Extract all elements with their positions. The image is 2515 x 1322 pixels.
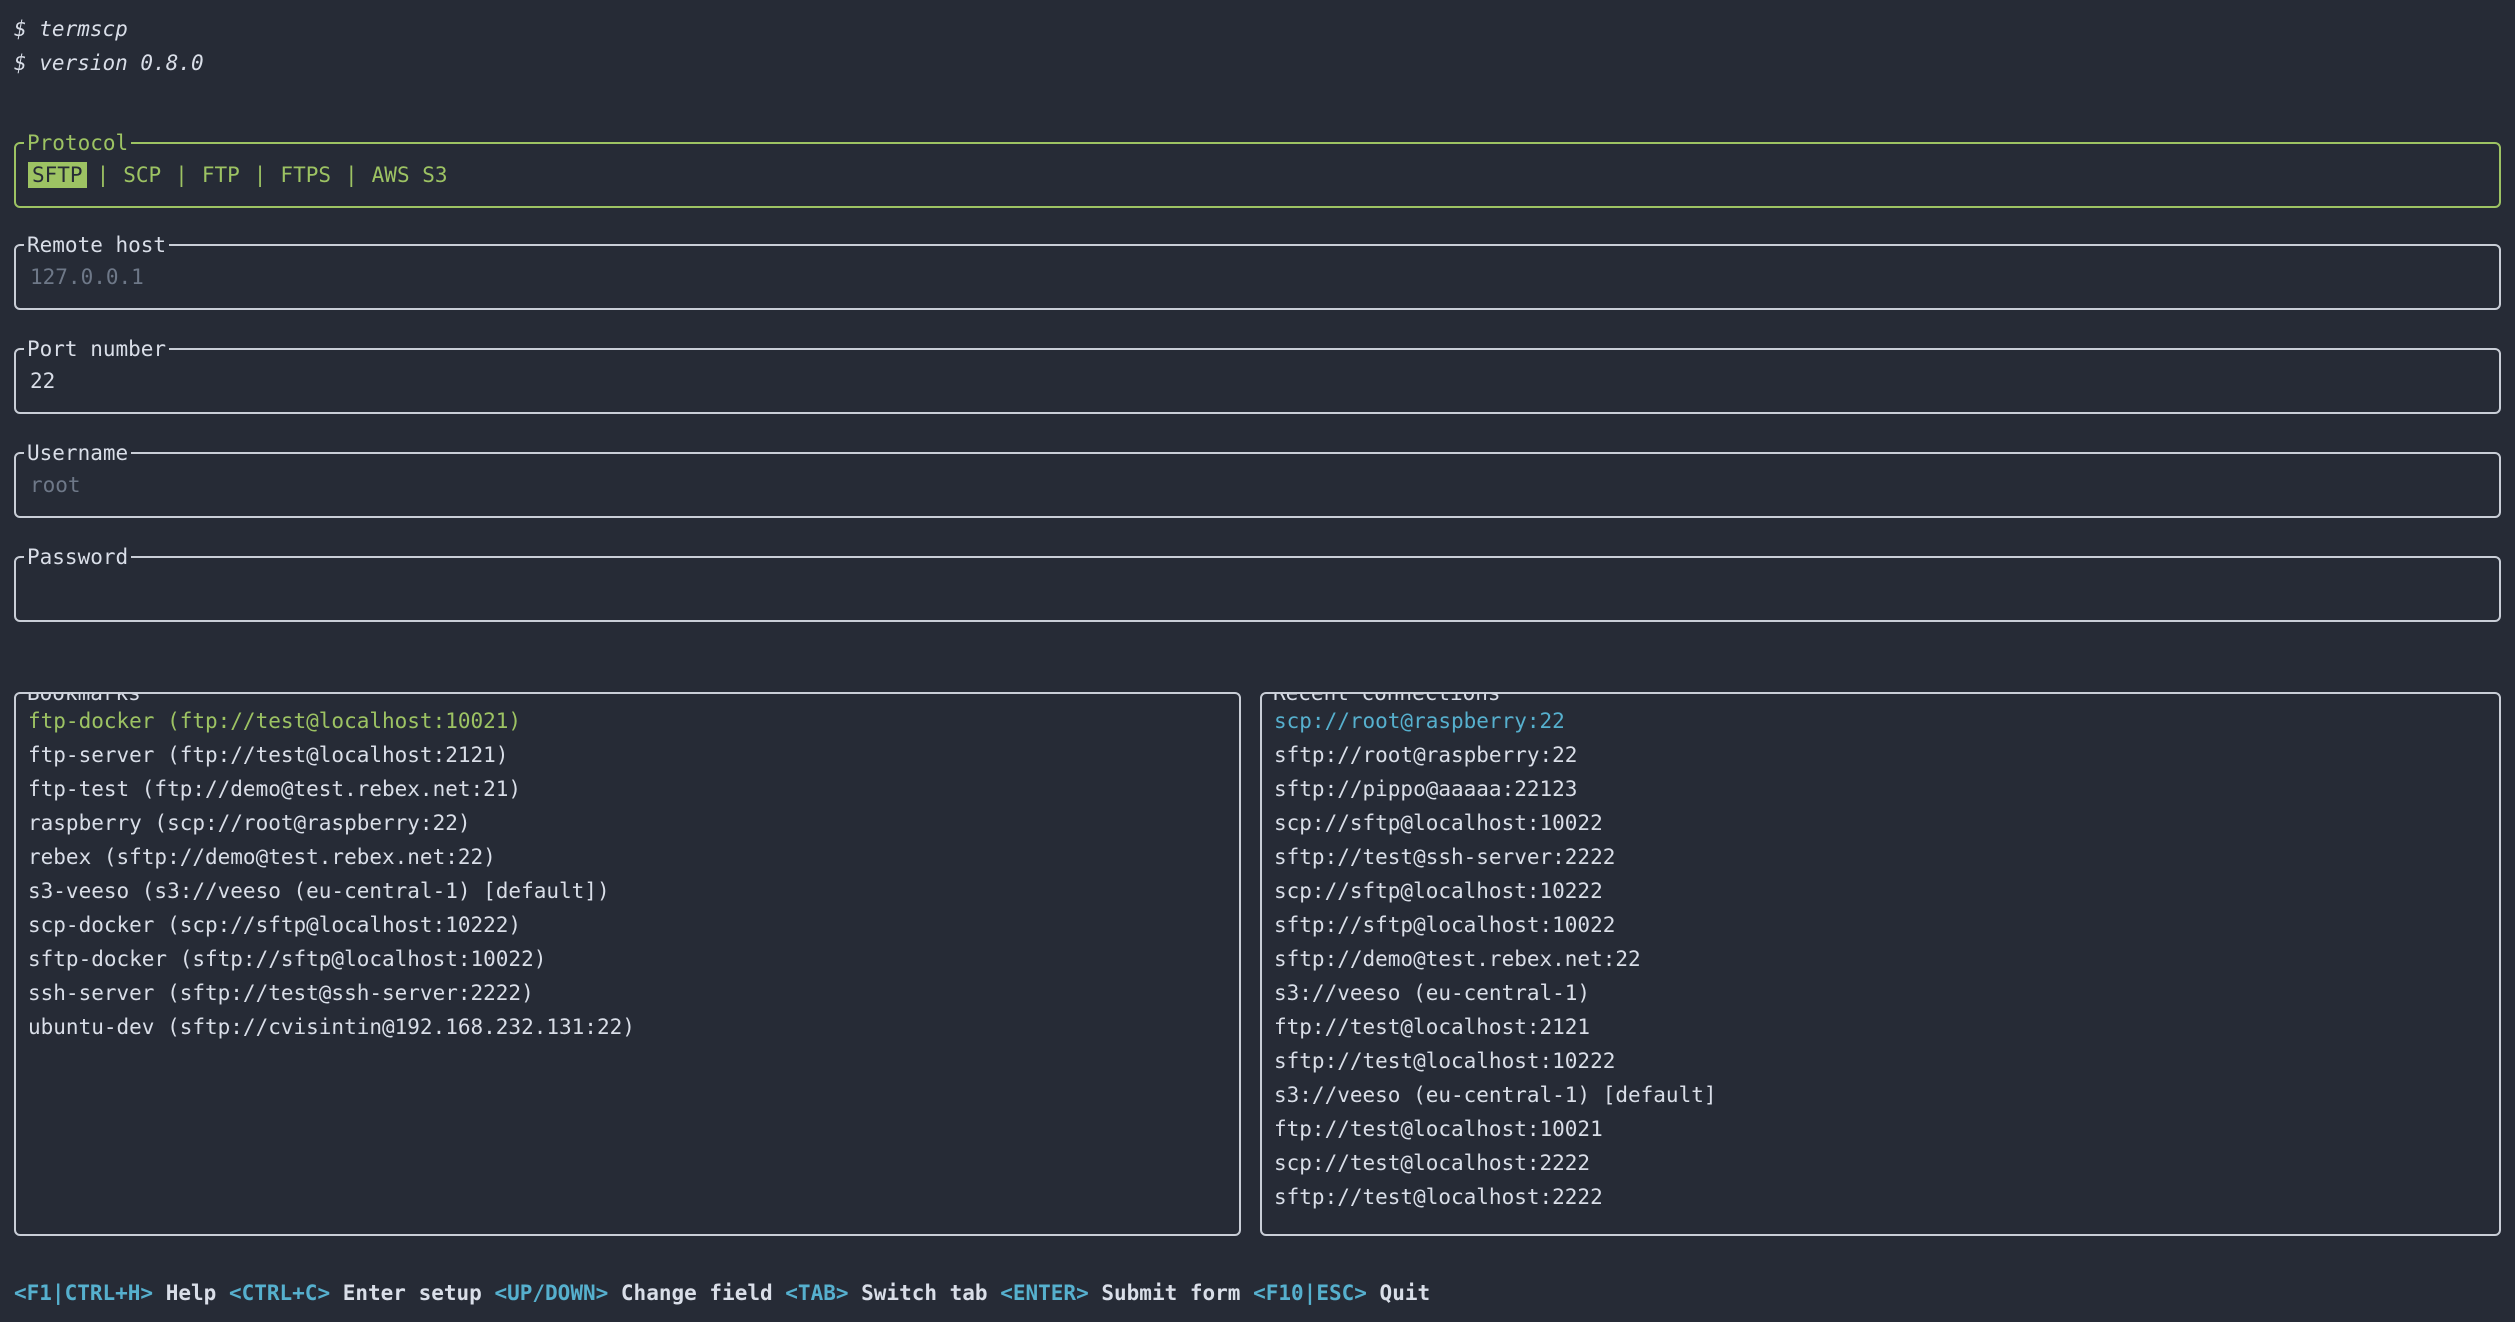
app-version-line: $ version 0.8.0 [14, 46, 2501, 80]
remote-host-label: Remote host [24, 232, 169, 258]
password-input[interactable] [30, 577, 2485, 601]
recent-connection-item[interactable]: s3://veeso (eu-central-1) [default] [1274, 1078, 2487, 1112]
port-input[interactable] [30, 369, 2485, 393]
bookmark-item[interactable]: s3-veeso (s3://veeso (eu-central-1) [def… [28, 874, 1227, 908]
tab-separator: | [345, 163, 358, 187]
password-label: Password [24, 544, 131, 570]
bookmark-item[interactable]: ftp-server (ftp://test@localhost:2121) [28, 738, 1227, 772]
termscp-auth-page: $ termscp $ version 0.8.0 Protocol SFTP |… [0, 0, 2515, 1322]
bookmarks-list: ftp-docker (ftp://test@localhost:10021)f… [16, 694, 1239, 1044]
help-key: <F10|ESC> [1253, 1281, 1367, 1305]
recent-connection-item[interactable]: ftp://test@localhost:10021 [1274, 1112, 2487, 1146]
tab-separator: | [97, 163, 110, 187]
help-action: Help [153, 1281, 229, 1305]
username-input[interactable] [30, 473, 2485, 497]
lists-row: Bookmarks ftp-docker (ftp://test@localho… [14, 692, 2501, 1236]
recent-connection-item[interactable]: scp://sftp@localhost:10222 [1274, 874, 2487, 908]
bookmark-item[interactable]: scp-docker (scp://sftp@localhost:10222) [28, 908, 1227, 942]
help-action: Switch tab [849, 1281, 1001, 1305]
help-key: <UP/DOWN> [494, 1281, 608, 1305]
recent-connection-item[interactable]: scp://sftp@localhost:10022 [1274, 806, 2487, 840]
protocol-tab-ftp[interactable]: FTP [198, 162, 244, 188]
bookmark-item[interactable]: ubuntu-dev (sftp://cvisintin@192.168.232… [28, 1010, 1227, 1044]
protocol-tab-scp[interactable]: SCP [119, 162, 165, 188]
recent-connection-item[interactable]: sftp://demo@test.rebex.net:22 [1274, 942, 2487, 976]
help-bar: <F1|CTRL+H> Help <CTRL+C> Enter setup <U… [14, 1276, 2501, 1310]
remote-host-field-box: Remote host [14, 244, 2501, 310]
help-key: <TAB> [785, 1281, 848, 1305]
help-key: <F1|CTRL+H> [14, 1281, 153, 1305]
bookmark-item[interactable]: sftp-docker (sftp://sftp@localhost:10022… [28, 942, 1227, 976]
remote-host-input[interactable] [30, 265, 2485, 289]
recent-connection-item[interactable]: sftp://sftp@localhost:10022 [1274, 908, 2487, 942]
protocol-tab-aws-s3[interactable]: AWS S3 [368, 162, 452, 188]
bookmarks-box: Bookmarks ftp-docker (ftp://test@localho… [14, 692, 1241, 1236]
recent-connections-box: Recent connections scp://root@raspberry:… [1260, 692, 2501, 1236]
help-key: <ENTER> [1000, 1281, 1089, 1305]
bookmark-item[interactable]: ssh-server (sftp://test@ssh-server:2222) [28, 976, 1227, 1010]
help-action: Quit [1367, 1281, 1430, 1305]
recent-connections-box-label: Recent connections [1270, 692, 1504, 706]
tab-separator: | [175, 163, 188, 187]
port-field-box: Port number [14, 348, 2501, 414]
protocol-box-label: Protocol [24, 130, 131, 156]
protocol-box: Protocol SFTP|SCP|FTP|FTPS|AWS S3 [14, 142, 2501, 208]
recent-connection-item[interactable]: sftp://test@ssh-server:2222 [1274, 840, 2487, 874]
port-label: Port number [24, 336, 169, 362]
recent-connection-item[interactable]: s3://veeso (eu-central-1) [1274, 976, 2487, 1010]
username-field-box: Username [14, 452, 2501, 518]
protocol-tabs: SFTP | SCP | FTP | FTPS | AWS S3 [28, 162, 452, 188]
protocol-tab-sftp[interactable]: SFTP [28, 162, 87, 188]
bookmark-item[interactable]: ftp-test (ftp://demo@test.rebex.net:21) [28, 772, 1227, 806]
recent-connection-item[interactable]: sftp://pippo@aaaaa:22123 [1274, 772, 2487, 806]
protocol-tab-ftps[interactable]: FTPS [276, 162, 335, 188]
recent-connection-item[interactable]: ftp://test@localhost:2121 [1274, 1010, 2487, 1044]
tab-separator: | [254, 163, 267, 187]
recent-connection-item[interactable]: sftp://test@localhost:2222 [1274, 1180, 2487, 1214]
username-label: Username [24, 440, 131, 466]
bookmark-item[interactable]: raspberry (scp://root@raspberry:22) [28, 806, 1227, 840]
help-action: Submit form [1089, 1281, 1253, 1305]
bookmark-item[interactable]: rebex (sftp://demo@test.rebex.net:22) [28, 840, 1227, 874]
bookmarks-box-label: Bookmarks [24, 692, 144, 706]
recent-connection-item[interactable]: sftp://root@raspberry:22 [1274, 738, 2487, 772]
bookmark-item[interactable]: ftp-docker (ftp://test@localhost:10021) [28, 704, 1227, 738]
recent-connection-item[interactable]: sftp://test@localhost:10222 [1274, 1044, 2487, 1078]
help-action: Change field [608, 1281, 785, 1305]
help-action: Enter setup [330, 1281, 494, 1305]
password-field-box: Password [14, 556, 2501, 622]
help-key: <CTRL+C> [229, 1281, 330, 1305]
recent-connection-item[interactable]: scp://root@raspberry:22 [1274, 704, 2487, 738]
app-title-line: $ termscp [14, 12, 2501, 46]
recent-connection-item[interactable]: scp://test@localhost:2222 [1274, 1146, 2487, 1180]
recent-connections-list: scp://root@raspberry:22sftp://root@raspb… [1262, 694, 2499, 1214]
